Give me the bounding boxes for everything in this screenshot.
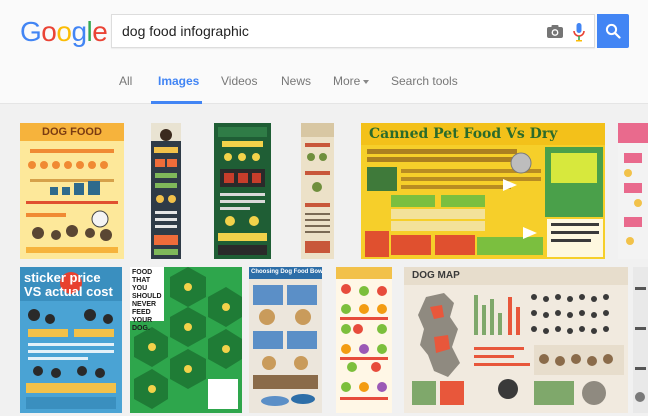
result-thumbnail bbox=[633, 267, 648, 413]
image-result[interactable]: DOG FOOD bbox=[20, 123, 124, 259]
search-box bbox=[111, 14, 595, 48]
tab-news[interactable]: News bbox=[281, 73, 311, 89]
result-title: Choosing Dog Food Bowl bbox=[251, 269, 322, 275]
result-thumbnail bbox=[336, 267, 392, 413]
image-result[interactable]: sticker price VS actual cost bbox=[20, 267, 122, 413]
result-title: DOG FOOD bbox=[42, 126, 102, 138]
search-input[interactable] bbox=[122, 15, 522, 47]
result-thumbnail bbox=[151, 123, 181, 259]
result-thumbnail bbox=[301, 123, 334, 259]
search-button[interactable] bbox=[597, 14, 629, 48]
result-thumbnail bbox=[361, 123, 605, 259]
tab-more[interactable]: More bbox=[333, 73, 370, 89]
image-result[interactable] bbox=[151, 123, 181, 259]
tab-videos[interactable]: Videos bbox=[221, 73, 257, 89]
tab-all[interactable]: All bbox=[119, 73, 132, 89]
tab-more-label: More bbox=[333, 74, 361, 88]
search-icon bbox=[605, 23, 621, 39]
active-tab-indicator bbox=[151, 101, 202, 104]
result-title: sticker price VS actual cost bbox=[24, 270, 113, 299]
image-result[interactable]: DOG MAP bbox=[404, 267, 628, 413]
result-thumbnail bbox=[249, 267, 322, 413]
result-title: Canned Pet Food Vs Dry bbox=[369, 126, 558, 142]
image-result[interactable]: Canned Pet Food Vs Dry bbox=[361, 123, 605, 259]
logo-letter: g bbox=[71, 16, 87, 47]
logo-letter: G bbox=[20, 16, 42, 47]
search-tabs: All Images Videos News More Search tools bbox=[0, 64, 648, 104]
header: Google bbox=[0, 0, 648, 64]
tab-images[interactable]: Images bbox=[158, 73, 199, 89]
image-result[interactable] bbox=[301, 123, 334, 259]
image-result[interactable]: FOOD THAT YOU SHOULD NEVER FEED YOUR DOG… bbox=[130, 267, 242, 413]
result-thumbnail bbox=[214, 123, 271, 259]
logo-letter: e bbox=[92, 16, 108, 47]
result-thumbnail bbox=[20, 123, 124, 259]
image-result[interactable] bbox=[336, 267, 392, 413]
result-thumbnail bbox=[618, 123, 648, 259]
result-thumbnail bbox=[404, 267, 628, 413]
image-result[interactable] bbox=[214, 123, 271, 259]
image-results-grid: DOG FOOD Canned Pet Food Vs Dry sticker … bbox=[0, 105, 648, 416]
tab-search-tools[interactable]: Search tools bbox=[391, 73, 458, 89]
logo-letter: o bbox=[41, 16, 57, 47]
google-logo[interactable]: Google bbox=[20, 16, 108, 48]
logo-letter: o bbox=[56, 16, 72, 47]
result-title: DOG MAP bbox=[412, 270, 460, 281]
chevron-down-icon bbox=[363, 79, 370, 84]
result-title: FOOD THAT YOU SHOULD NEVER FEED YOUR DOG… bbox=[132, 269, 162, 332]
mic-icon[interactable] bbox=[572, 22, 586, 42]
image-result[interactable] bbox=[618, 123, 648, 259]
image-result[interactable] bbox=[633, 267, 648, 413]
camera-icon[interactable] bbox=[546, 24, 564, 39]
image-result[interactable]: Choosing Dog Food Bowl bbox=[249, 267, 322, 413]
